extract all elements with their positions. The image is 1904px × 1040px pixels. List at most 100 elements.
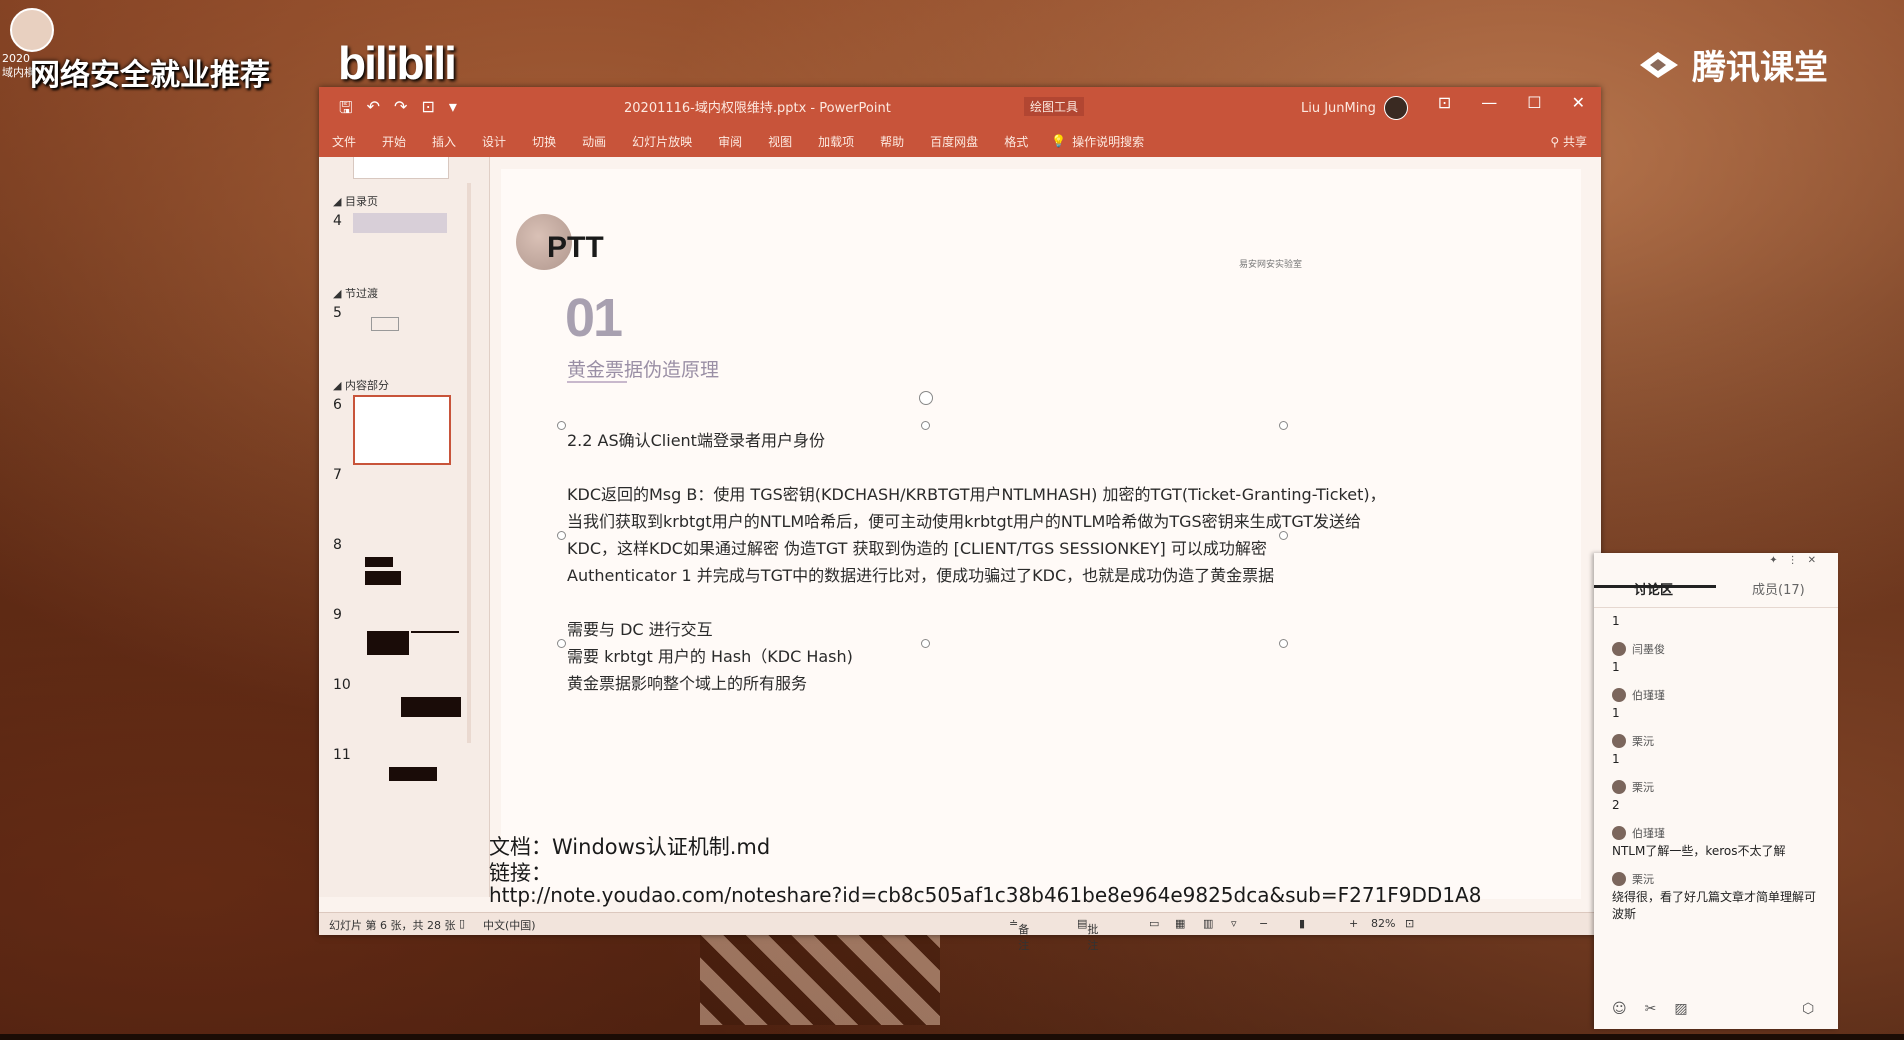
quick-access-toolbar: 🖫 ↶ ↷ ⊡ ▾	[339, 97, 457, 124]
tab-home[interactable]: 开始	[369, 133, 419, 150]
resize-handle[interactable]	[557, 639, 566, 648]
chat-user: 栗沅	[1612, 733, 1654, 749]
tab-transitions[interactable]: 切换	[519, 133, 569, 150]
emoji-icon[interactable]: ☺	[1612, 1001, 1627, 1017]
image-icon[interactable]: ▨	[1674, 1001, 1687, 1017]
tab-view[interactable]: 视图	[755, 133, 805, 150]
scissors-icon[interactable]: ✂	[1645, 1001, 1657, 1017]
zoom-out-icon[interactable]: −	[1259, 917, 1268, 930]
subtitle-underline	[567, 381, 627, 383]
slide-number: 11	[333, 747, 351, 763]
slide-thumbnail[interactable]	[353, 305, 447, 345]
slide-canvas[interactable]: PTT 易安网安实验室 01 黄金票据伪造原理 2.2 AS确认Client端登…	[489, 169, 1581, 907]
slide-thumbnail[interactable]	[353, 157, 449, 179]
tab-members[interactable]: 成员(17)	[1752, 579, 1805, 598]
resize-handle[interactable]	[1279, 639, 1288, 648]
content-line[interactable]: 需要与 DC 进行交互	[567, 616, 713, 640]
ribbon-display-icon[interactable]: ⊡	[1438, 93, 1451, 112]
slide-section-number[interactable]: 01	[565, 287, 623, 349]
tencent-logo-text: 腾讯课堂	[1692, 48, 1828, 88]
resize-handle[interactable]	[921, 421, 930, 430]
content-line[interactable]: 当我们获取到krbtgt用户的NTLM哈希后，便可主动使用krbtgt用户的NT…	[567, 508, 1361, 532]
note-link[interactable]: http://note.youdao.com/noteshare?id=cb8c…	[489, 883, 1481, 907]
slide-number: 4	[333, 213, 342, 229]
resize-handle[interactable]	[557, 531, 566, 540]
undo-icon[interactable]: ↶	[367, 97, 380, 124]
tab-help[interactable]: 帮助	[867, 133, 917, 150]
content-line[interactable]: KDC返回的Msg B：使用 TGS密钥(KDCHASH/KRBTGT用户NTL…	[567, 481, 1386, 505]
maximize-button[interactable]: ☐	[1527, 93, 1541, 112]
notes-button[interactable]: ≐ 备注	[1009, 917, 1029, 952]
slide-number: 5	[333, 305, 342, 321]
thumbnail-block	[401, 697, 461, 717]
thumbnail-scrollbar[interactable]	[467, 183, 471, 743]
share-button[interactable]: ⚲ 共享	[1550, 133, 1587, 150]
tab-discussion[interactable]: 讨论区	[1634, 579, 1673, 598]
tab-animations[interactable]: 动画	[569, 133, 619, 150]
fit-slide-icon[interactable]: ⊡	[1405, 917, 1414, 930]
avatar	[1612, 780, 1626, 794]
redo-icon[interactable]: ↷	[394, 97, 407, 124]
slide-thumbnail[interactable]	[353, 213, 447, 233]
user-account[interactable]: Liu JunMing	[1301, 96, 1408, 120]
tab-file[interactable]: 文件	[319, 133, 369, 150]
slideshow-icon[interactable]: ▿	[1231, 917, 1237, 930]
ribbon-tabs: 文件 开始 插入 设计 切换 动画 幻灯片放映 审阅 视图 加载项 帮助 百度网…	[319, 125, 1601, 157]
resize-handle[interactable]	[921, 639, 930, 648]
content-line[interactable]: 黄金票据影响整个域上的所有服务	[567, 670, 807, 694]
minimize-button[interactable]: —	[1481, 93, 1497, 112]
tell-me-search[interactable]: 💡 操作说明搜索	[1051, 133, 1144, 150]
zoom-slider[interactable]: ▮	[1299, 917, 1305, 930]
tencent-logo-icon	[1640, 51, 1678, 78]
resize-handle[interactable]	[1279, 531, 1288, 540]
tab-insert[interactable]: 插入	[419, 133, 469, 150]
chat-message: NTLM了解一些，keros不太了解	[1612, 844, 1786, 858]
slide-number: 10	[333, 677, 351, 693]
slide-title[interactable]: PTT	[547, 231, 604, 265]
slide-sorter-icon[interactable]: ▦	[1175, 917, 1185, 930]
slide-number: 6	[333, 397, 342, 413]
normal-view-icon[interactable]: ▭	[1149, 917, 1159, 930]
comments-button[interactable]: ▤ 批注	[1077, 917, 1098, 952]
status-bar: 幻灯片 第 6 张，共 28 张 ▯ 中文(中国) ≐ 备注 ▤ 批注 ▭ ▦ …	[319, 912, 1601, 952]
slide-subtitle[interactable]: 黄金票据伪造原理	[567, 355, 719, 382]
zoom-in-icon[interactable]: +	[1349, 917, 1358, 930]
chat-user: 闫墨俊	[1612, 641, 1665, 657]
rotate-handle[interactable]	[919, 391, 933, 405]
tab-review[interactable]: 审阅	[705, 133, 755, 150]
tab-design[interactable]: 设计	[469, 133, 519, 150]
chat-user: 伯瑾瑾	[1612, 687, 1665, 703]
slide-thumbnail-panel[interactable]: ◢ 目录页 4 ◢ 节过渡 5 ◢ 内容部分 6 7 8 9 10 11	[319, 157, 490, 897]
thumbnail-block	[367, 631, 409, 655]
avatar	[1612, 826, 1626, 840]
zoom-level[interactable]: 82%	[1371, 917, 1395, 930]
tab-baidu-netdisk[interactable]: 百度网盘	[917, 133, 991, 150]
panel-controls[interactable]: ✦⋮✕	[1769, 555, 1826, 566]
content-line[interactable]: KDC，这样KDC如果通过解密 伪造TGT 获取到伪造的 [CLIENT/TGS…	[567, 535, 1267, 559]
section-content[interactable]: ◢ 内容部分	[333, 377, 389, 393]
customize-qat-icon[interactable]: ▾	[449, 97, 457, 124]
resize-handle[interactable]	[1279, 421, 1288, 430]
resize-handle[interactable]	[557, 421, 566, 430]
settings-icon[interactable]: ⬡	[1802, 1001, 1814, 1017]
present-icon[interactable]: ⊡	[421, 97, 434, 124]
content-line[interactable]: Authenticator 1 并完成与TGT中的数据进行比对，便成功骗过了KD…	[567, 562, 1274, 586]
person-icon: ⚲	[1550, 135, 1560, 149]
reading-view-icon[interactable]: ▥	[1203, 917, 1213, 930]
close-button[interactable]: ✕	[1572, 93, 1585, 112]
save-icon[interactable]: 🖫	[339, 97, 353, 124]
tab-addins[interactable]: 加载项	[805, 133, 867, 150]
window-controls: ⊡ — ☐ ✕	[1438, 93, 1585, 112]
spellcheck-icon[interactable]: ▯	[459, 917, 465, 930]
language[interactable]: 中文(中国)	[483, 917, 536, 933]
slide-thumbnail[interactable]	[353, 465, 447, 525]
tab-format[interactable]: 格式	[991, 133, 1041, 150]
content-line[interactable]: 需要 krbtgt 用户的 Hash（KDC Hash)	[567, 643, 853, 667]
content-line[interactable]: 2.2 AS确认Client端登录者用户身份	[567, 427, 825, 451]
powerpoint-window: 🖫 ↶ ↷ ⊡ ▾ 20201116-域内权限维持.pptx - PowerPo…	[319, 87, 1601, 952]
tab-slideshow[interactable]: 幻灯片放映	[619, 133, 705, 150]
avatar	[1612, 734, 1626, 748]
section-transition[interactable]: ◢ 节过渡	[333, 285, 378, 301]
section-contents[interactable]: ◢ 目录页	[333, 193, 378, 209]
slide-thumbnail-selected[interactable]	[353, 395, 451, 465]
